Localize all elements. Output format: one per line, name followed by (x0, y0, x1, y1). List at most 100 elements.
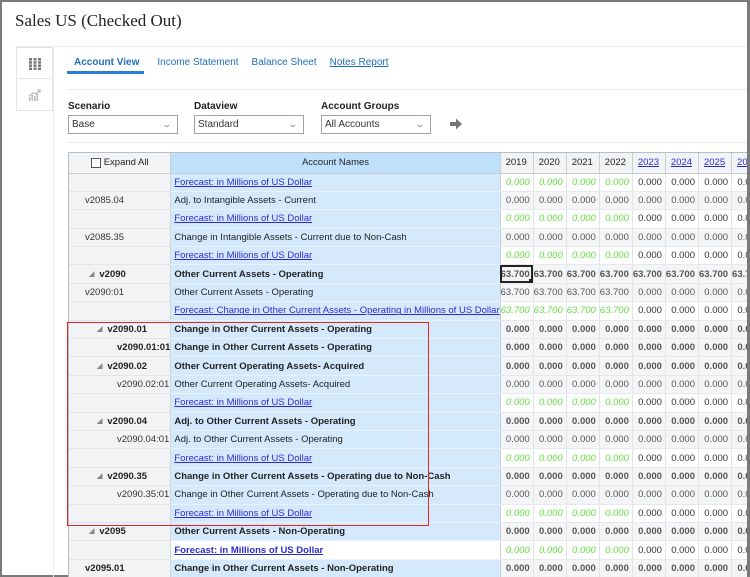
value-cell[interactable]: 0.000 (599, 412, 633, 431)
value-cell[interactable]: 0.000 (731, 191, 747, 211)
account-code-cell[interactable]: ◢ v2090.02 (69, 356, 172, 376)
tab-account-view[interactable]: Account View (67, 56, 145, 74)
value-cell[interactable]: 0.000 (632, 320, 666, 340)
value-cell[interactable]: 0.000 (698, 209, 733, 229)
value-cell[interactable]: 63.700 (566, 283, 600, 303)
value-cell[interactable]: 0.000 (599, 228, 633, 248)
forecast-link[interactable]: Forecast: in Millions of US Dollar (174, 545, 323, 556)
year-header-link[interactable]: 2025 (698, 153, 733, 174)
value-cell[interactable]: 0.000 (665, 559, 699, 577)
value-cell[interactable]: 0.000 (698, 559, 733, 577)
value-cell[interactable]: 0.000 (632, 209, 666, 229)
scenario-select[interactable]: Base ⌄ (68, 115, 178, 134)
value-cell[interactable]: 0.000 (632, 430, 666, 450)
value-cell[interactable]: 0.000 (665, 522, 699, 542)
value-cell[interactable]: 0.000 (500, 430, 534, 450)
value-cell[interactable]: 0.000 (533, 173, 567, 192)
value-cell[interactable]: 0.000 (566, 393, 600, 413)
value-cell[interactable]: 0.000 (698, 467, 733, 487)
value-cell[interactable]: 0.000 (665, 393, 699, 413)
value-cell[interactable]: 0.000 (698, 356, 733, 376)
value-cell[interactable]: 0.000 (533, 430, 567, 450)
value-cell[interactable]: 0.000 (566, 448, 600, 468)
value-cell[interactable]: 0.000 (566, 412, 600, 431)
value-cell[interactable]: 0.000 (665, 246, 699, 266)
value-cell[interactable]: 0.000 (632, 448, 666, 468)
value-cell[interactable]: 0.000 (632, 173, 666, 192)
year-header-link[interactable]: 2026 (731, 153, 747, 174)
value-cell[interactable]: 0.000 (566, 522, 600, 542)
tab-income-statement[interactable]: Income Statement (157, 56, 238, 74)
value-cell[interactable]: 0.000 (533, 209, 567, 229)
value-cell[interactable]: 0.000 (731, 301, 747, 321)
value-cell[interactable]: 0.000 (533, 191, 567, 211)
value-cell[interactable]: 0.000 (731, 467, 747, 487)
forecast-link[interactable]: Forecast: Change in Other Current Assets… (174, 305, 499, 316)
value-cell[interactable]: 0.000 (698, 485, 733, 505)
value-cell[interactable]: 0.000 (665, 430, 699, 450)
value-cell[interactable]: 0.000 (566, 540, 600, 560)
value-cell[interactable]: 0.000 (698, 448, 733, 468)
value-cell[interactable]: 0.000 (599, 209, 633, 229)
value-cell[interactable]: 63.700 (566, 301, 600, 321)
value-cell[interactable]: 0.000 (698, 173, 733, 192)
value-cell[interactable]: 0.000 (665, 356, 699, 376)
forecast-link[interactable]: Forecast: in Millions of US Dollar (174, 213, 312, 224)
value-cell[interactable]: 0.000 (566, 209, 600, 229)
forecast-link[interactable]: Forecast: in Millions of US Dollar (174, 453, 312, 464)
value-cell[interactable]: 0.000 (599, 375, 633, 395)
value-cell[interactable]: 0.000 (698, 504, 733, 523)
value-cell[interactable]: 0.000 (731, 375, 747, 395)
year-header-link[interactable]: 2023 (632, 153, 666, 174)
value-cell[interactable]: 63.700 (599, 301, 633, 321)
collapse-triangle-icon[interactable]: ◢ (89, 527, 94, 535)
selected-value-cell[interactable]: 63.700 (500, 264, 534, 284)
value-cell[interactable]: 0.000 (566, 320, 600, 340)
value-cell[interactable]: 0.000 (731, 485, 747, 505)
value-cell[interactable]: 0.000 (533, 540, 567, 560)
value-cell[interactable]: 0.000 (665, 173, 699, 192)
value-cell[interactable]: 0.000 (632, 393, 666, 413)
value-cell[interactable]: 0.000 (533, 338, 567, 358)
value-cell[interactable]: 0.000 (698, 283, 733, 303)
value-cell[interactable]: 0.000 (665, 412, 699, 431)
dataview-select[interactable]: Standard ⌄ (194, 115, 304, 134)
value-cell[interactable]: 0.000 (566, 246, 600, 266)
value-cell[interactable]: 0.000 (665, 375, 699, 395)
value-cell[interactable]: 0.000 (599, 504, 633, 523)
value-cell[interactable]: 0.000 (632, 540, 666, 560)
value-cell[interactable]: 0.000 (632, 301, 666, 321)
value-cell[interactable]: 0.000 (665, 228, 699, 248)
value-cell[interactable]: 63.700 (533, 264, 567, 284)
value-cell[interactable]: 0.000 (731, 540, 747, 560)
value-cell[interactable]: 0.000 (731, 430, 747, 450)
value-cell[interactable]: 0.000 (632, 338, 666, 358)
value-cell[interactable]: 0.000 (599, 448, 633, 468)
forecast-link[interactable]: Forecast: in Millions of US Dollar (174, 177, 312, 188)
value-cell[interactable]: 0.000 (500, 356, 534, 376)
value-cell[interactable]: 0.000 (533, 393, 567, 413)
value-cell[interactable]: 0.000 (566, 173, 600, 192)
value-cell[interactable]: 0.000 (566, 485, 600, 505)
value-cell[interactable]: 0.000 (500, 209, 534, 229)
value-cell[interactable]: 0.000 (500, 228, 534, 248)
value-cell[interactable]: 0.000 (500, 467, 534, 487)
tab-notes-report[interactable]: Notes Report (330, 56, 389, 74)
value-cell[interactable]: 0.000 (599, 320, 633, 340)
value-cell[interactable]: 63.700 (599, 283, 633, 303)
value-cell[interactable]: 63.700 (599, 264, 633, 284)
value-cell[interactable]: 0.000 (665, 467, 699, 487)
value-cell[interactable]: 0.000 (731, 283, 747, 303)
value-cell[interactable]: 0.000 (599, 356, 633, 376)
value-cell[interactable]: 63.700 (533, 301, 567, 321)
value-cell[interactable]: 0.000 (731, 504, 747, 523)
value-cell[interactable]: 0.000 (566, 467, 600, 487)
value-cell[interactable]: 0.000 (500, 504, 534, 523)
value-cell[interactable]: 0.000 (533, 522, 567, 542)
value-cell[interactable]: 0.000 (665, 209, 699, 229)
value-cell[interactable]: 0.000 (731, 320, 747, 340)
value-cell[interactable]: 0.000 (698, 228, 733, 248)
value-cell[interactable]: 0.000 (599, 485, 633, 505)
year-header-link[interactable]: 2024 (665, 153, 699, 174)
value-cell[interactable]: 0.000 (698, 246, 733, 266)
